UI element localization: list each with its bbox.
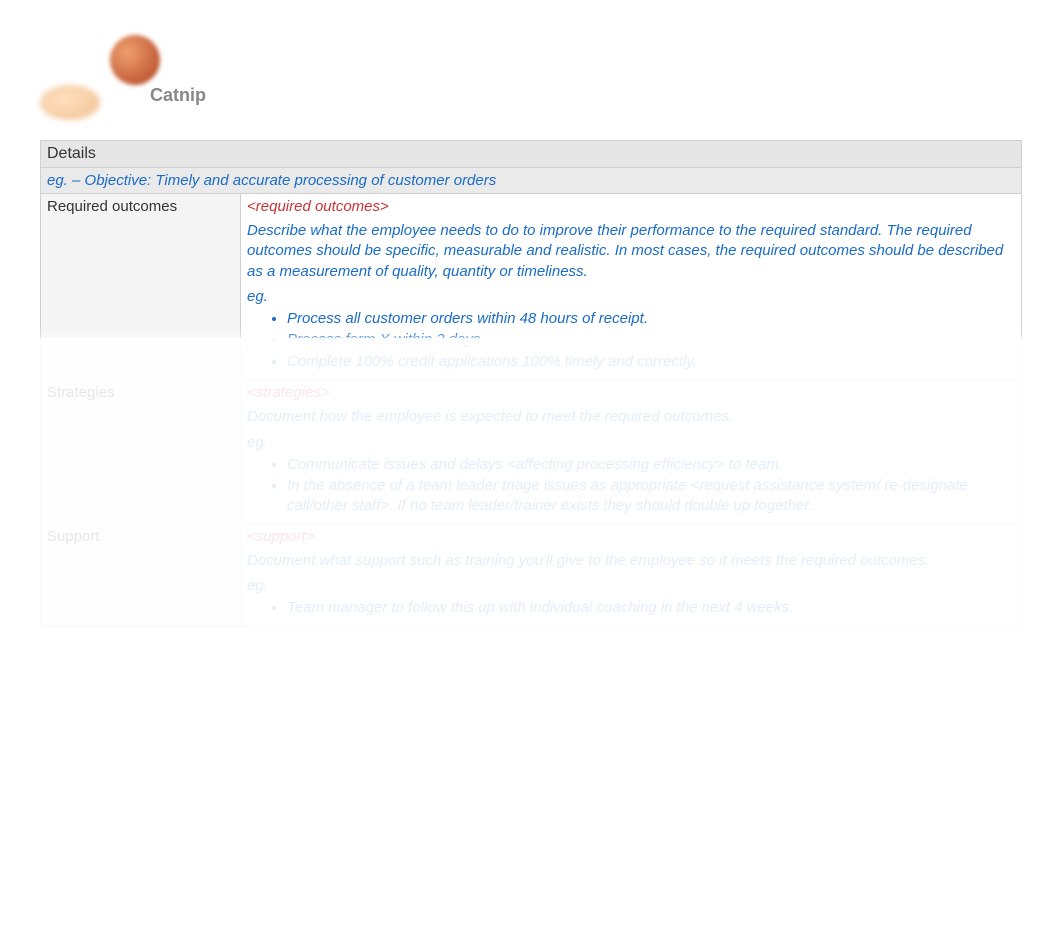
- row-required-outcomes: Required outcomes <required outcomes> De…: [41, 194, 1022, 380]
- eg-label-1: eg.: [247, 434, 1015, 451]
- eg-label-0: eg.: [247, 288, 1015, 305]
- performance-table: Details eg. – Objective: Timely and accu…: [40, 140, 1022, 627]
- desc-required-outcomes: Describe what the employee needs to do t…: [247, 221, 1015, 282]
- logo-text: Catnip: [150, 85, 206, 106]
- document-page: Catnip Details eg. – Objective: Timely a…: [0, 0, 1062, 627]
- eg-item: Communicate issues and delays <affecting…: [287, 455, 1015, 475]
- desc-strategies: Document how the employee is expected to…: [247, 407, 1015, 427]
- form-table-wrap: Details eg. – Objective: Timely and accu…: [40, 140, 1022, 627]
- logo-mark-primary: [110, 35, 160, 85]
- objective-example-row: eg. – Objective: Timely and accurate pro…: [41, 168, 1022, 194]
- eg-list-1: Communicate issues and delays <affecting…: [287, 455, 1015, 516]
- label-required-outcomes: Required outcomes: [41, 194, 241, 380]
- eg-item: Process all customer orders within 48 ho…: [287, 309, 1015, 329]
- row-strategies: Strategies <strategies> Document how the…: [41, 380, 1022, 524]
- eg-item: In the absence of a team leader triage i…: [287, 476, 1015, 515]
- content-support: <support> Document what support such as …: [241, 524, 1022, 627]
- eg-label-2: eg.: [247, 577, 1015, 594]
- eg-list-2: Team manager to follow this up with indi…: [287, 598, 1015, 618]
- content-required-outcomes: <required outcomes> Describe what the em…: [241, 194, 1022, 380]
- desc-support: Document what support such as training y…: [247, 551, 1015, 571]
- placeholder-strategies: <strategies>: [247, 384, 1015, 401]
- eg-list-0: Process all customer orders within 48 ho…: [287, 309, 1015, 372]
- logo: Catnip: [40, 30, 180, 130]
- details-header-row: Details: [41, 141, 1022, 168]
- placeholder-support: <support>: [247, 528, 1015, 545]
- logo-mark-secondary: [40, 85, 100, 120]
- placeholder-required-outcomes: <required outcomes>: [247, 198, 1015, 215]
- content-strategies: <strategies> Document how the employee i…: [241, 380, 1022, 524]
- eg-item: Process form X within 3 days.: [287, 330, 1015, 350]
- eg-item: Team manager to follow this up with indi…: [287, 598, 1015, 618]
- objective-example: eg. – Objective: Timely and accurate pro…: [41, 168, 1022, 194]
- label-strategies: Strategies: [41, 380, 241, 524]
- row-support: Support <support> Document what support …: [41, 524, 1022, 627]
- eg-item: Complete 100% credit applications 100% t…: [287, 352, 1015, 372]
- label-support: Support: [41, 524, 241, 627]
- details-header: Details: [41, 141, 1022, 168]
- logo-area: Catnip: [0, 0, 1062, 140]
